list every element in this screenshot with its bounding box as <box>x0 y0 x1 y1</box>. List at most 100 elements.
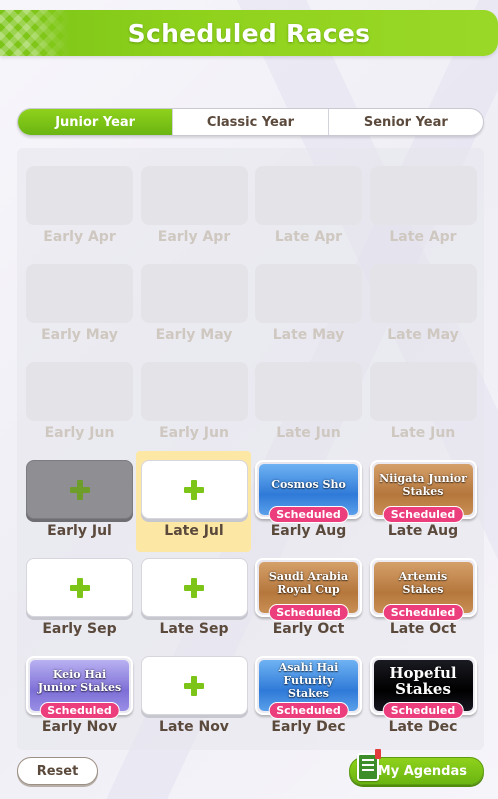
race-slot[interactable]: Cosmos Sho Scheduled Early Aug <box>255 460 362 558</box>
race-name: Hopeful Stakes <box>389 663 457 698</box>
slot-date-label: Late Oct <box>389 621 457 637</box>
slot-date-label: Early Nov <box>41 719 118 735</box>
race-slot: Early May <box>140 264 248 362</box>
slot-date-label: Late Nov <box>159 719 229 735</box>
scheduled-badge: Scheduled <box>268 506 349 523</box>
race-slot[interactable]: Early Jul <box>26 460 133 558</box>
slot-date-label: Early May <box>41 327 118 343</box>
slot-date-label: Late Apr <box>274 229 343 245</box>
empty-slot <box>255 166 362 225</box>
slot-date-label: Late Aug <box>387 523 459 539</box>
empty-slot <box>140 264 248 323</box>
add-race-button[interactable] <box>140 460 248 519</box>
race-slot: Late Apr <box>369 166 477 264</box>
slot-date-label: Early Apr <box>43 229 116 245</box>
scheduled-badge: Scheduled <box>268 702 349 719</box>
race-card[interactable]: Saudi Arabia Royal Cup Scheduled <box>255 558 362 621</box>
race-slot-grid: Early Apr Early Apr Late Apr Late Apr Early … <box>26 166 477 754</box>
empty-slot <box>369 166 477 225</box>
empty-slot <box>26 264 133 323</box>
scheduled-badge: Scheduled <box>382 506 464 523</box>
tab-junior-year[interactable]: Junior Year <box>18 109 173 135</box>
plus-icon <box>184 577 204 598</box>
slot-date-label: Late Jun <box>276 425 341 441</box>
race-slot[interactable]: Saudi Arabia Royal Cup Scheduled Early Oct <box>255 558 362 656</box>
race-slot[interactable]: Late Sep <box>140 558 248 656</box>
race-card[interactable]: Hopeful Stakes Scheduled <box>369 656 477 719</box>
empty-slot <box>369 264 477 323</box>
slot-date-label: Early May <box>155 327 233 343</box>
slot-date-label: Early Jun <box>44 425 115 441</box>
race-slot: Early Jun <box>26 362 133 460</box>
my-agendas-button[interactable]: My Agendas <box>349 749 484 785</box>
race-name: Niigata Junior Stakes <box>379 471 467 498</box>
empty-slot <box>140 362 248 421</box>
race-slot[interactable]: Early Sep <box>26 558 133 656</box>
add-race-button[interactable] <box>140 656 248 715</box>
scheduled-badge: Scheduled <box>268 604 349 621</box>
empty-slot <box>369 362 477 421</box>
race-card[interactable]: Asahi Hai Futurity Stakes Scheduled <box>255 656 362 719</box>
empty-slot <box>26 362 133 421</box>
slot-date-label: Early Apr <box>157 229 231 245</box>
slot-date-label: Late Jun <box>390 425 456 441</box>
slot-date-label: Early Jun <box>159 425 229 441</box>
race-slot: Late Apr <box>255 166 362 264</box>
scheduled-badge: Scheduled <box>382 702 464 719</box>
race-slot[interactable]: Late Nov <box>140 656 248 754</box>
race-slot[interactable]: Artemis Stakes Scheduled Late Oct <box>369 558 477 656</box>
empty-slot <box>26 166 133 225</box>
plus-icon <box>69 479 90 500</box>
race-slot: Late Jun <box>255 362 362 460</box>
race-slot[interactable]: Hopeful Stakes Scheduled Late Dec <box>369 656 477 754</box>
scheduled-badge: Scheduled <box>382 604 464 621</box>
empty-slot <box>255 362 362 421</box>
race-name: Cosmos Sho <box>271 478 346 491</box>
slot-date-label: Early Oct <box>272 621 345 637</box>
race-card[interactable]: Artemis Stakes Scheduled <box>369 558 477 621</box>
plus-icon <box>184 479 204 500</box>
slot-date-label: Late Jul <box>164 523 224 539</box>
add-race-button[interactable] <box>26 558 133 617</box>
header-pattern <box>0 10 70 56</box>
race-name: Saudi Arabia Royal Cup <box>268 569 349 596</box>
race-card[interactable]: Cosmos Sho Scheduled <box>255 460 362 523</box>
race-slot: Early Jun <box>140 362 248 460</box>
slot-date-label: Late Apr <box>389 229 457 245</box>
agenda-book-icon <box>357 749 381 781</box>
race-slot: Late May <box>369 264 477 362</box>
race-name: Artemis Stakes <box>398 569 448 596</box>
race-schedule-panel: Early Apr Early Apr Late Apr Late Apr Early … <box>17 148 484 750</box>
title-bar: Scheduled Races <box>0 10 498 56</box>
year-tabs: Junior Year Classic Year Senior Year <box>17 108 484 136</box>
scheduled-badge: Scheduled <box>39 702 120 719</box>
race-name: Keio Hai Junior Stakes <box>37 667 122 694</box>
slot-date-label: Late Sep <box>159 621 229 637</box>
page-title: Scheduled Races <box>127 18 371 48</box>
race-card[interactable]: Keio Hai Junior Stakes Scheduled <box>26 656 133 719</box>
race-card[interactable]: Niigata Junior Stakes Scheduled <box>369 460 477 523</box>
race-slot: Late Jun <box>369 362 477 460</box>
plus-icon <box>184 675 204 696</box>
slot-date-label: Early Jul <box>47 523 112 539</box>
race-name: Asahi Hai Futurity Stakes <box>278 661 339 700</box>
slot-date-label: Early Dec <box>271 719 346 735</box>
race-slot: Late May <box>255 264 362 362</box>
reset-button[interactable]: Reset <box>17 757 98 785</box>
empty-slot <box>140 166 248 225</box>
race-slot[interactable]: Niigata Junior Stakes Scheduled Late Aug <box>369 460 477 558</box>
slot-date-label: Late Dec <box>388 719 458 735</box>
race-slot: Early May <box>26 264 133 362</box>
tab-senior-year[interactable]: Senior Year <box>327 109 483 135</box>
empty-slot <box>255 264 362 323</box>
tab-classic-year[interactable]: Classic Year <box>172 109 327 135</box>
race-slot: Early Apr <box>26 166 133 264</box>
race-slot[interactable]: Late Jul <box>135 451 251 558</box>
slot-date-label: Late May <box>272 327 345 343</box>
plus-icon <box>69 577 90 598</box>
add-race-button[interactable] <box>26 460 133 519</box>
race-slot[interactable]: Asahi Hai Futurity Stakes Scheduled Early … <box>255 656 362 754</box>
race-slot[interactable]: Keio Hai Junior Stakes Scheduled Early Nov <box>26 656 133 754</box>
my-agendas-label: My Agendas <box>377 763 467 779</box>
add-race-button[interactable] <box>140 558 248 617</box>
